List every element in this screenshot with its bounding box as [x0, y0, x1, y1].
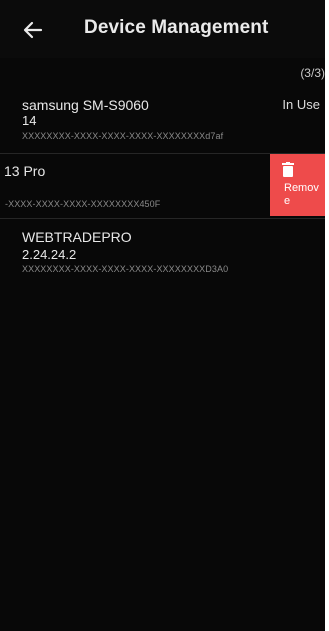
- device-id: XXXXXXXX-XXXX-XXXX-XXXX-XXXXXXXXD3A0: [22, 264, 229, 274]
- device-item-webtradepro[interactable]: WEBTRADEPRO 2.24.24.2 XXXXXXXX-XXXX-XXXX…: [0, 220, 325, 282]
- app-header: Device Management: [0, 0, 325, 58]
- device-name: WEBTRADEPRO: [22, 229, 132, 245]
- back-button[interactable]: [20, 17, 46, 43]
- arrow-left-icon: [23, 21, 43, 39]
- divider: [0, 218, 325, 219]
- device-id: XXXXXXXX-XXXX-XXXX-XXXX-XXXXXXXXd7af: [22, 131, 224, 141]
- device-management-page: Device Management (3/3) samsung SM-S9060…: [0, 0, 325, 631]
- page-title: Device Management: [84, 17, 269, 38]
- device-count: (3/3): [300, 66, 325, 80]
- screen: Device Management (3/3) samsung SM-S9060…: [0, 0, 329, 631]
- device-item-samsung[interactable]: samsung SM-S9060 14 XXXXXXXX-XXXX-XXXX-X…: [0, 92, 325, 152]
- remove-label: Remove: [284, 182, 319, 207]
- device-id: -XXXX-XXXX-XXXX-XXXXXXXX450F: [5, 199, 161, 209]
- trash-icon: [282, 162, 294, 177]
- remove-button[interactable]: Remove: [270, 154, 325, 216]
- device-name: samsung SM-S9060: [22, 97, 149, 113]
- device-name: 13 Pro: [4, 163, 46, 179]
- device-version: 2.24.24.2: [22, 247, 77, 262]
- in-use-label: In Use: [282, 97, 320, 112]
- device-version: 14: [22, 113, 37, 128]
